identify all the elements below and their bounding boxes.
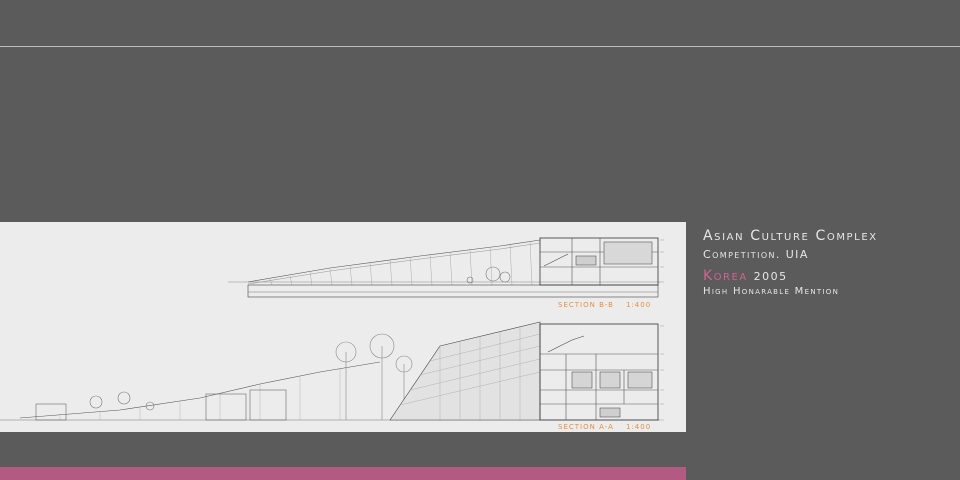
project-subtitle: Competition. UIA [703,248,809,261]
project-year: 2005 [753,270,788,283]
project-award: High Honarable Mention [703,286,840,297]
project-info: Asian Culture Complex Competition. UIA K… [703,228,878,297]
section-aa-drawing [0,321,664,421]
section-drawings-sheet: SECTION B-B 1:400 SECTION A-A 1:400 [0,222,686,432]
top-divider-line [0,46,960,47]
project-title: Asian Culture Complex [703,228,878,244]
section-aa-label: SECTION A-A [558,423,614,431]
section-drawings-svg: SECTION B-B 1:400 SECTION A-A 1:400 [0,237,664,431]
section-bb-drawing [228,237,664,298]
project-location: Korea 2005 [703,268,878,284]
accent-bar [0,467,686,480]
section-bb-label: SECTION B-B [558,301,614,309]
section-aa-scale: 1:400 [626,423,651,431]
section-bb-scale: 1:400 [626,301,651,309]
project-country: Korea [703,268,748,284]
